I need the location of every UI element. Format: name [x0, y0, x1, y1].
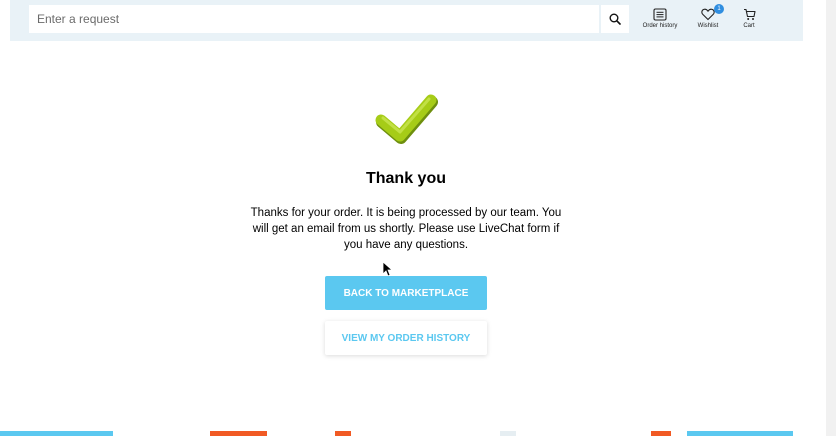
order-history-icon: [653, 8, 667, 21]
back-to-marketplace-button[interactable]: BACK TO MARKETPLACE: [325, 276, 487, 310]
footer-strip-3: [335, 431, 351, 436]
checkmark-icon: [375, 94, 438, 144]
nav-order-history[interactable]: Order history: [638, 8, 682, 36]
footer-strip-6: [687, 431, 793, 436]
footer-strip-4: [500, 431, 516, 436]
order-history-label: Order history: [642, 23, 678, 29]
view-order-history-button[interactable]: VIEW MY ORDER HISTORY: [325, 321, 487, 355]
search-button[interactable]: [601, 5, 629, 33]
page-title: Thank you: [365, 170, 446, 187]
heart-icon: [701, 8, 715, 21]
nav-cart[interactable]: Cart: [739, 8, 759, 36]
mouse-cursor-icon: [382, 261, 392, 277]
confirmation-message: Thanks for your order. It is being proce…: [250, 207, 562, 251]
footer-strip-1: [0, 431, 113, 436]
search-input[interactable]: [29, 5, 599, 33]
page-scrollbar[interactable]: [826, 0, 836, 436]
footer-strip-2: [210, 431, 267, 436]
search-icon: [609, 13, 621, 25]
cart-label: Cart: [743, 23, 755, 29]
cart-icon: [743, 8, 756, 20]
footer-strip-5: [651, 431, 671, 436]
nav-wishlist[interactable]: 1 Wishlist: [697, 4, 724, 36]
wishlist-count-badge: 1: [714, 4, 724, 14]
wishlist-label: Wishlist: [697, 23, 719, 29]
